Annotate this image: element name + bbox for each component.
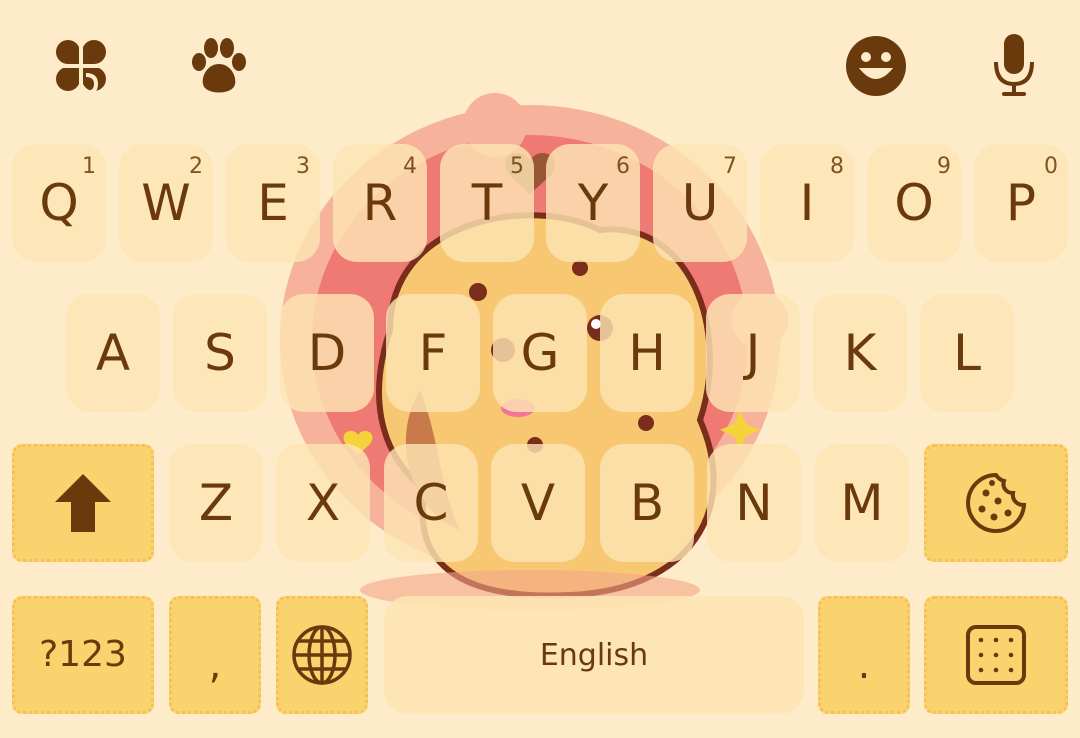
key-z[interactable]: Z: [169, 444, 263, 562]
key-x[interactable]: X: [276, 444, 370, 562]
key-label: F: [418, 324, 448, 382]
period-key[interactable]: .: [818, 596, 910, 714]
key-label: G: [520, 324, 560, 382]
key-k[interactable]: K: [813, 294, 907, 412]
key-hint: 7: [723, 154, 737, 179]
shift-arrow-icon: [55, 474, 111, 532]
cracker-icon: [966, 625, 1026, 685]
comma-key[interactable]: ,: [169, 596, 261, 714]
key-hint: 0: [1044, 154, 1058, 179]
key-hint: 9: [937, 154, 951, 179]
key-hint: 3: [296, 154, 310, 179]
paw-icon[interactable]: [179, 26, 259, 106]
key-label: K: [843, 324, 877, 382]
key-label: Z: [198, 474, 234, 532]
key-label: T: [471, 174, 503, 232]
key-y[interactable]: 6 Y: [546, 144, 640, 262]
key-d[interactable]: D: [280, 294, 374, 412]
key-hint: 8: [830, 154, 844, 179]
key-q[interactable]: 1 Q: [12, 144, 106, 262]
language-key[interactable]: [276, 596, 368, 714]
key-hint: 1: [82, 154, 96, 179]
symbols-key[interactable]: ?123: [12, 596, 154, 714]
key-label: U: [681, 174, 719, 232]
key-label: M: [840, 474, 884, 532]
key-label: V: [520, 474, 556, 532]
key-label: X: [305, 474, 341, 532]
key-a[interactable]: A: [66, 294, 160, 412]
key-hint: 2: [189, 154, 203, 179]
key-label: S: [204, 324, 236, 382]
key-label: Y: [577, 174, 609, 232]
key-hint: 5: [510, 154, 524, 179]
microphone-icon[interactable]: [974, 26, 1054, 106]
key-r[interactable]: 4 R: [333, 144, 427, 262]
key-label: R: [362, 174, 398, 232]
key-label: W: [141, 174, 191, 232]
key-g[interactable]: G: [493, 294, 587, 412]
key-m[interactable]: M: [815, 444, 909, 562]
key-b[interactable]: B: [600, 444, 694, 562]
key-j[interactable]: J: [706, 294, 800, 412]
enter-key[interactable]: [924, 596, 1068, 714]
backspace-key[interactable]: [924, 444, 1068, 562]
key-c[interactable]: C: [384, 444, 478, 562]
key-label: N: [735, 474, 773, 532]
key-label: L: [953, 324, 981, 382]
key-label: J: [745, 324, 761, 382]
key-i[interactable]: 8 I: [760, 144, 854, 262]
key-label: Q: [39, 174, 79, 232]
period-label: .: [857, 642, 871, 688]
smiley-icon[interactable]: [836, 26, 916, 106]
key-hint: 6: [616, 154, 630, 179]
key-s[interactable]: S: [173, 294, 267, 412]
key-o[interactable]: 9 O: [867, 144, 961, 262]
key-label: H: [628, 324, 666, 382]
key-w[interactable]: 2 W: [119, 144, 213, 262]
key-n[interactable]: N: [707, 444, 801, 562]
key-p[interactable]: 0 P: [974, 144, 1068, 262]
key-label: P: [1005, 174, 1037, 232]
key-h[interactable]: H: [600, 294, 694, 412]
clover-icon[interactable]: [41, 26, 121, 106]
key-label: A: [95, 324, 131, 382]
symbols-label: ?123: [39, 634, 127, 675]
comma-label: ,: [208, 642, 222, 688]
key-hint: 4: [403, 154, 417, 179]
key-label: I: [799, 174, 815, 232]
globe-icon: [292, 625, 352, 685]
keyboard: 1 Q 2 W 3 E 4 R 5 T 6 Y 7 U 8 I 9 O 0 P …: [0, 0, 1080, 738]
space-bar[interactable]: English: [384, 596, 804, 714]
key-label: B: [629, 474, 665, 532]
key-v[interactable]: V: [491, 444, 585, 562]
key-label: D: [307, 324, 347, 382]
key-label: C: [413, 474, 449, 532]
key-e[interactable]: 3 E: [226, 144, 320, 262]
key-t[interactable]: 5 T: [440, 144, 534, 262]
key-l[interactable]: L: [920, 294, 1014, 412]
key-f[interactable]: F: [386, 294, 480, 412]
key-u[interactable]: 7 U: [653, 144, 747, 262]
key-label: E: [257, 174, 289, 232]
key-label: O: [894, 174, 934, 232]
shift-key[interactable]: [12, 444, 154, 562]
space-label: English: [539, 637, 649, 673]
cookie-icon: [966, 472, 1027, 533]
